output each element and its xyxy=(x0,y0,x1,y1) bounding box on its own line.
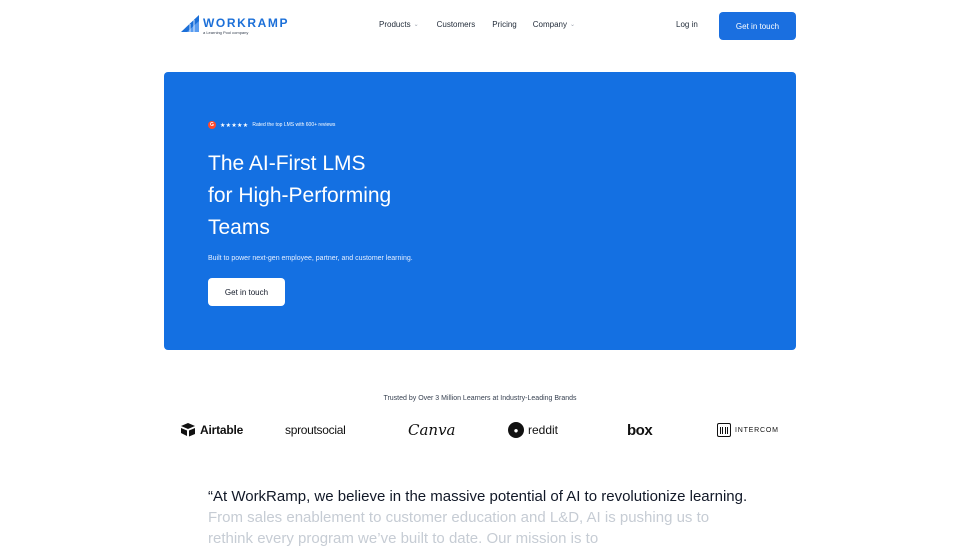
logo-tagline: a Learning Pool company xyxy=(203,30,249,35)
g2-badge-icon: G xyxy=(208,121,216,129)
nav-item-products[interactable]: Products ⌄ xyxy=(379,20,419,29)
nav-links: Products ⌄ Customers Pricing Company ⌄ xyxy=(379,20,575,29)
nav-item-label: Company xyxy=(532,20,567,29)
chevron-down-icon: ⌄ xyxy=(413,22,419,28)
reddit-logo-icon: ● xyxy=(508,422,524,438)
brand-name: reddit xyxy=(528,423,559,437)
trusted-by-heading: Trusted by Over 3 Million Learners at In… xyxy=(383,395,577,402)
sproutsocial-logo: sproutsocial xyxy=(285,421,346,439)
canva-logo: Canva xyxy=(408,421,456,439)
workramp-logo[interactable]: WORKRAMP a Learning Pool company xyxy=(181,15,289,35)
intercom-logo: INTERCOM xyxy=(717,421,779,439)
quote-faded-text: From sales enablement to customer educat… xyxy=(208,509,710,547)
hero-subtitle: Built to power next-gen employee, partne… xyxy=(208,255,413,262)
star-rating: ★★★★★ xyxy=(220,122,249,129)
box-logo: box xyxy=(627,421,653,439)
nav-item-company[interactable]: Company ⌄ xyxy=(533,20,575,29)
hero-title-line: The AI-First LMS xyxy=(208,152,366,175)
brand-name: Canva xyxy=(408,421,456,439)
brand-name: box xyxy=(627,421,653,439)
hero-title-line: for High-Performing xyxy=(208,184,392,207)
hero-banner: G ★★★★★ Rated the top LMS with 600+ revi… xyxy=(164,72,796,350)
get-in-touch-button[interactable]: Get in touch xyxy=(719,12,796,40)
nav-item-pricing[interactable]: Pricing xyxy=(492,20,516,29)
rating-row: G ★★★★★ Rated the top LMS with 600+ revi… xyxy=(208,121,335,129)
chevron-down-icon: ⌄ xyxy=(570,22,576,28)
rating-text: Rated the top LMS with 600+ reviews xyxy=(252,122,336,128)
logo-wordmark: WORKRAMP xyxy=(203,16,290,30)
hero-get-in-touch-button[interactable]: Get in touch xyxy=(208,278,285,306)
nav-item-label: Products xyxy=(379,20,411,29)
login-link[interactable]: Log in xyxy=(676,20,698,29)
quote-visible-text: “At WorkRamp, we believe in the massive … xyxy=(208,488,748,505)
intercom-logo-icon xyxy=(717,423,731,437)
hero-title-line: Teams xyxy=(208,216,270,239)
airtable-logo: Airtable xyxy=(180,421,243,439)
top-navigation: WORKRAMP a Learning Pool company Product… xyxy=(0,0,960,52)
nav-item-customers[interactable]: Customers xyxy=(437,20,476,29)
nav-item-label: Customers xyxy=(436,20,476,29)
brand-name: Airtable xyxy=(200,423,244,437)
hero-title: The AI-First LMS for High-Performing Tea… xyxy=(208,148,528,244)
reddit-logo: ● reddit xyxy=(508,421,558,439)
brand-name: INTERCOM xyxy=(735,426,779,434)
workramp-logo-icon xyxy=(181,15,199,32)
airtable-logo-icon xyxy=(181,423,195,437)
brand-name: sproutsocial xyxy=(285,423,346,437)
nav-item-label: Pricing xyxy=(492,20,517,29)
